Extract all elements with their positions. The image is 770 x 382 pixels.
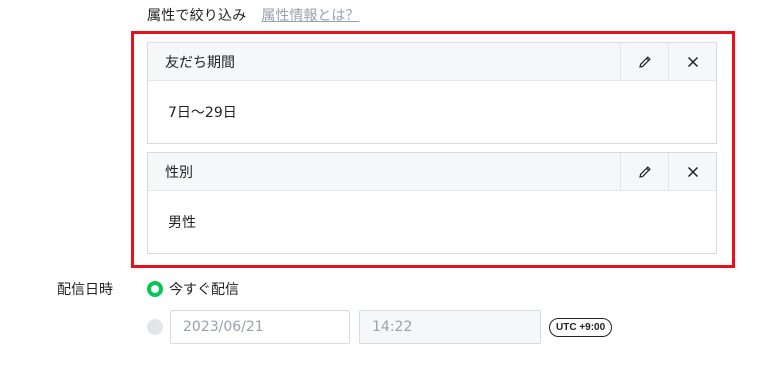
schedule-time-value: 14:22 [372, 319, 413, 335]
message-settings-panel: 属性で絞り込み 属性情報とは？ 友だち期間 7日〜29日 性別 男性 配信日時 … [0, 0, 770, 382]
close-icon [687, 56, 699, 68]
filter-header: 属性で絞り込み 属性情報とは？ [147, 4, 359, 26]
send-scheduled-radio[interactable] [147, 319, 163, 335]
filter-title: 属性で絞り込み [147, 8, 247, 24]
attribute-info-link[interactable]: 属性情報とは？ [261, 5, 359, 25]
filter-card-header: 性別 [148, 153, 716, 191]
schedule-date-value: 2023/06/21 [183, 319, 264, 335]
remove-filter-button[interactable] [668, 43, 716, 81]
filter-card-actions [620, 43, 716, 81]
pencil-icon [638, 55, 652, 69]
schedule-time-input[interactable]: 14:22 [359, 310, 541, 344]
schedule-date-input[interactable]: 2023/06/21 [170, 310, 350, 344]
filter-card-gender: 性別 男性 [147, 152, 717, 254]
filter-card-header: 友だち期間 [148, 43, 716, 81]
schedule-label: 配信日時 [57, 282, 113, 298]
timezone-badge: UTC +9:00 [549, 318, 613, 337]
send-now-label[interactable]: 今すぐ配信 [169, 279, 239, 299]
filter-card-value: 7日〜29日 [168, 105, 237, 121]
close-icon [687, 166, 699, 178]
filter-card-body: 男性 [148, 191, 716, 253]
edit-filter-button[interactable] [620, 153, 668, 191]
remove-filter-button[interactable] [668, 153, 716, 191]
filter-card-actions [620, 153, 716, 191]
filter-card-friend-period: 友だち期間 7日〜29日 [147, 42, 717, 144]
send-now-radio[interactable] [147, 281, 163, 297]
filter-card-title: 友だち期間 [165, 54, 235, 71]
filter-card-title: 性別 [165, 164, 193, 181]
pencil-icon [638, 165, 652, 179]
filter-card-body: 7日〜29日 [148, 81, 716, 143]
filter-card-value: 男性 [168, 215, 196, 231]
edit-filter-button[interactable] [620, 43, 668, 81]
